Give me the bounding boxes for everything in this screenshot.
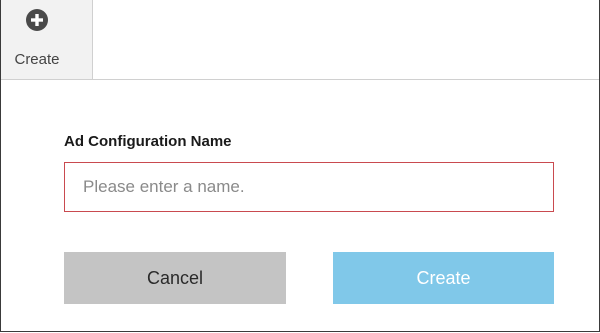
toolbar-create-button[interactable]: Create [1,0,93,79]
plus-circle-icon [26,9,48,31]
toolbar-create-label: Create [14,51,60,68]
ad-configuration-name-input[interactable] [64,162,554,212]
cancel-button[interactable]: Cancel [64,252,286,304]
ad-configuration-name-label: Ad Configuration Name [64,133,232,150]
create-button[interactable]: Create [333,252,554,304]
toolbar: Create [1,0,599,80]
dialog-frame: Create Ad Configuration Name Cancel Crea… [0,0,600,332]
